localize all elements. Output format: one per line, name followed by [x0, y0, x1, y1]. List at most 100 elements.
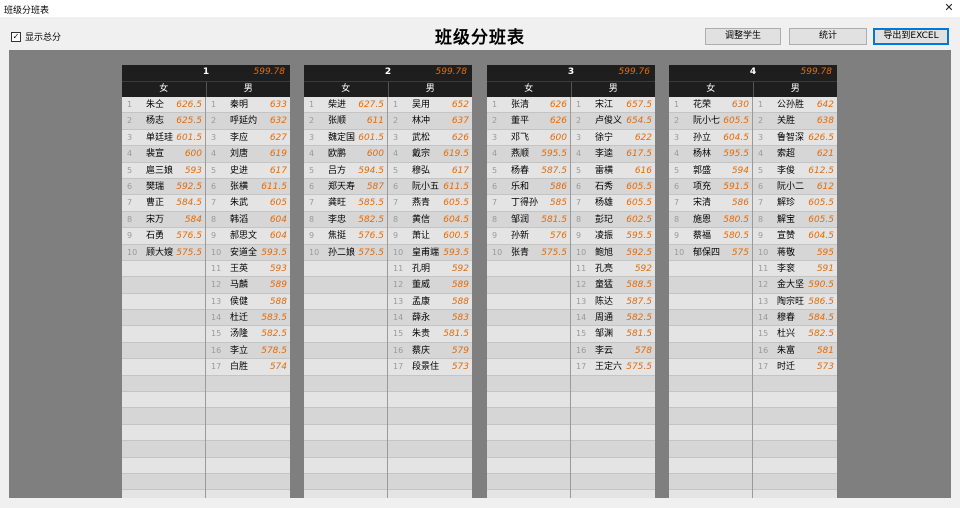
student-row[interactable]: 8 李忠 582.5: [304, 211, 387, 229]
student-row[interactable]: 10 孙二娘 575.5: [304, 244, 387, 261]
student-row[interactable]: 10 蒋敬 595: [753, 244, 837, 261]
student-row[interactable]: 8 解宝 605.5: [753, 211, 837, 229]
student-row[interactable]: 4 杨林 595.5: [669, 146, 752, 163]
student-row[interactable]: 2 杨志 625.5: [122, 113, 205, 130]
student-row[interactable]: 13 孟康 588: [388, 293, 472, 311]
student-row[interactable]: 4 裴宣 600: [122, 146, 205, 163]
student-row[interactable]: 5 郭盛 594: [669, 162, 752, 179]
student-row[interactable]: 3 邓飞 600: [487, 129, 570, 147]
student-row[interactable]: 8 施恩 580.5: [669, 211, 752, 229]
student-row[interactable]: 1 花荣 630: [669, 97, 752, 114]
student-row[interactable]: 3 李应 627: [206, 129, 290, 147]
student-row[interactable]: 2 阮小七 605.5: [669, 113, 752, 130]
student-row[interactable]: 3 徐宁 622: [571, 129, 655, 147]
student-row[interactable]: 7 朱武 605: [206, 195, 290, 212]
close-icon[interactable]: ✕: [942, 1, 956, 15]
student-row[interactable]: 5 雷横 616: [571, 162, 655, 179]
student-row[interactable]: 4 戴宗 619.5: [388, 146, 472, 163]
student-row[interactable]: 14 穆春 584.5: [753, 310, 837, 327]
export-excel-button[interactable]: 导出到EXCEL: [873, 28, 949, 45]
student-row[interactable]: 3 孙立 604.5: [669, 129, 752, 147]
student-row[interactable]: 2 呼延灼 632: [206, 113, 290, 130]
checkbox-icon[interactable]: ✓: [11, 31, 21, 42]
student-row[interactable]: 1 柴进 627.5: [304, 97, 387, 114]
student-row[interactable]: 15 朱贵 581.5: [388, 326, 472, 343]
student-row[interactable]: 16 李立 578.5: [206, 342, 290, 360]
student-row[interactable]: 2 董平 626: [487, 113, 570, 130]
student-row[interactable]: 6 阮小二 612: [753, 178, 837, 196]
student-row[interactable]: 10 郁保四 575: [669, 244, 752, 261]
student-row[interactable]: 8 邹润 581.5: [487, 211, 570, 229]
student-row[interactable]: 12 童猛 588.5: [571, 277, 655, 294]
student-row[interactable]: 11 孔亮 592: [571, 260, 655, 278]
student-row[interactable]: 1 吴用 652: [388, 97, 472, 114]
student-row[interactable]: 15 邹渊 581.5: [571, 326, 655, 343]
student-row[interactable]: 13 陶宗旺 586.5: [753, 293, 837, 311]
student-row[interactable]: 11 王英 593: [206, 260, 290, 278]
student-row[interactable]: 2 关胜 638: [753, 113, 837, 130]
student-row[interactable]: 2 林冲 637: [388, 113, 472, 130]
student-row[interactable]: 10 顾大嫂 575.5: [122, 244, 205, 261]
student-row[interactable]: 3 单廷珪 601.5: [122, 129, 205, 147]
show-total-checkbox[interactable]: ✓ 显示总分: [11, 30, 61, 43]
student-row[interactable]: 13 陈达 587.5: [571, 293, 655, 311]
student-row[interactable]: 7 宋清 586: [669, 195, 752, 212]
student-row[interactable]: 9 萧让 600.5: [388, 228, 472, 245]
student-row[interactable]: 16 蔡庆 579: [388, 342, 472, 360]
student-row[interactable]: 9 石勇 576.5: [122, 228, 205, 245]
student-row[interactable]: 17 王定六 575.5: [571, 359, 655, 376]
student-row[interactable]: 9 宣赞 604.5: [753, 228, 837, 245]
student-row[interactable]: 12 马麟 589: [206, 277, 290, 294]
student-row[interactable]: 3 鲁智深 626.5: [753, 129, 837, 147]
student-row[interactable]: 10 张青 575.5: [487, 244, 570, 261]
student-row[interactable]: 6 乐和 586: [487, 178, 570, 196]
student-row[interactable]: 13 侯健 588: [206, 293, 290, 311]
student-row[interactable]: 9 蔡福 580.5: [669, 228, 752, 245]
stats-button[interactable]: 统计: [789, 28, 867, 45]
student-row[interactable]: 14 杜迁 583.5: [206, 310, 290, 327]
student-row[interactable]: 6 项充 591.5: [669, 178, 752, 196]
student-row[interactable]: 4 欧鹏 600: [304, 146, 387, 163]
student-row[interactable]: 4 刘唐 619: [206, 146, 290, 163]
student-row[interactable]: 15 汤隆 582.5: [206, 326, 290, 343]
student-row[interactable]: 12 董威 589: [388, 277, 472, 294]
student-row[interactable]: 8 韩滔 604: [206, 211, 290, 229]
student-row[interactable]: 10 安道全 593.5: [206, 244, 290, 261]
student-row[interactable]: 17 时迁 573: [753, 359, 837, 376]
student-row[interactable]: 16 李云 578: [571, 342, 655, 360]
student-row[interactable]: 6 石秀 605.5: [571, 178, 655, 196]
student-row[interactable]: 9 焦挺 576.5: [304, 228, 387, 245]
student-row[interactable]: 3 魏定国 601.5: [304, 129, 387, 147]
student-row[interactable]: 1 朱仝 626.5: [122, 97, 205, 114]
student-row[interactable]: 12 金大坚 590.5: [753, 277, 837, 294]
student-row[interactable]: 15 杜兴 582.5: [753, 326, 837, 343]
student-row[interactable]: 9 凌振 595.5: [571, 228, 655, 245]
student-row[interactable]: 5 史进 617: [206, 162, 290, 179]
student-row[interactable]: 7 燕青 605.5: [388, 195, 472, 212]
student-row[interactable]: 8 彭玘 602.5: [571, 211, 655, 229]
student-row[interactable]: 14 薛永 583: [388, 310, 472, 327]
student-row[interactable]: 7 龚旺 585.5: [304, 195, 387, 212]
student-row[interactable]: 4 索超 621: [753, 146, 837, 163]
student-row[interactable]: 10 鲍旭 592.5: [571, 244, 655, 261]
student-row[interactable]: 5 吕方 594.5: [304, 162, 387, 179]
student-row[interactable]: 14 周通 582.5: [571, 310, 655, 327]
student-row[interactable]: 7 解珍 605.5: [753, 195, 837, 212]
student-row[interactable]: 5 李俊 612.5: [753, 162, 837, 179]
student-row[interactable]: 7 曹正 584.5: [122, 195, 205, 212]
student-row[interactable]: 8 宋万 584: [122, 211, 205, 229]
student-row[interactable]: 9 孙新 576: [487, 228, 570, 245]
student-row[interactable]: 5 穆弘 617: [388, 162, 472, 179]
student-row[interactable]: 6 郑天寿 587: [304, 178, 387, 196]
student-row[interactable]: 1 宋江 657.5: [571, 97, 655, 114]
student-row[interactable]: 10 皇甫端 593.5: [388, 244, 472, 261]
student-row[interactable]: 1 张清 626: [487, 97, 570, 114]
student-row[interactable]: 5 杨春 587.5: [487, 162, 570, 179]
student-row[interactable]: 5 扈三娘 593: [122, 162, 205, 179]
adjust-students-button[interactable]: 调整学生: [705, 28, 781, 45]
student-row[interactable]: 11 李衮 591: [753, 260, 837, 278]
student-row[interactable]: 1 秦明 633: [206, 97, 290, 114]
student-row[interactable]: 4 李逵 617.5: [571, 146, 655, 163]
student-row[interactable]: 3 武松 626: [388, 129, 472, 147]
student-row[interactable]: 4 燕顺 595.5: [487, 146, 570, 163]
